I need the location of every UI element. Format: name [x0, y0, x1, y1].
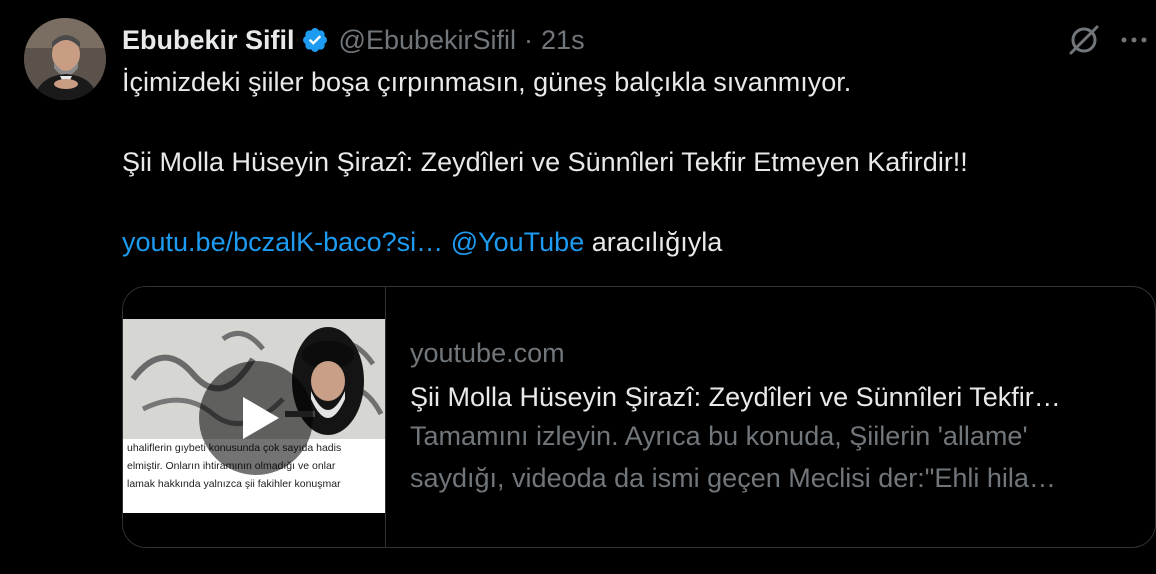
avatar[interactable] [24, 18, 106, 100]
thumbnail-subtitle-line-3: lamak hakkında yalnızca şii fakihler kon… [127, 478, 341, 490]
avatar-image [24, 18, 106, 100]
grok-icon[interactable] [1066, 22, 1102, 58]
tweet-text-line-1: İçimizdeki şiiler boşa çırpınmasın, güne… [122, 67, 852, 97]
tweet-text-line-2: Şii Molla Hüseyin Şirazî: Zeydîleri ve S… [122, 147, 968, 177]
author-handle[interactable]: @EbubekirSifil [339, 25, 516, 56]
tweet-text-line-3: youtu.be/bczalK-baco?si… @YouTube aracıl… [122, 224, 722, 260]
separator-dot: · [524, 24, 534, 55]
card-description-line-1: Tamamını izleyin. Ayrıca bu konuda, Şiil… [410, 421, 1028, 451]
play-icon [243, 397, 279, 439]
tweet-header: Ebubekir Sifil @EbubekirSifil · 21s [122, 22, 585, 58]
timestamp[interactable]: 21s [541, 25, 585, 56]
verified-badge-icon [302, 28, 327, 52]
link-preview-card[interactable]: uhaliflerin gıybeti konusunda çok sayıda… [122, 286, 1156, 548]
card-title: Şii Molla Hüseyin Şirazî: Zeydîleri ve S… [410, 382, 1061, 412]
card-description-line-2: saydığı, videoda da ismi geçen Meclisi d… [410, 463, 1056, 493]
more-icon[interactable] [1118, 22, 1150, 58]
video-thumbnail[interactable]: uhaliflerin gıybeti konusunda çok sayıda… [123, 287, 386, 547]
card-domain: youtube.com [410, 338, 565, 368]
via-text: aracılığıyla [591, 227, 723, 257]
card-body: youtube.com Şii Molla Hüseyin Şirazî: Ze… [410, 335, 1061, 499]
youtube-link[interactable]: youtu.be/bczalK-baco?si… [122, 227, 443, 257]
author-name[interactable]: Ebubekir Sifil [122, 25, 295, 56]
youtube-mention[interactable]: @YouTube [451, 227, 585, 257]
play-button[interactable] [199, 361, 313, 475]
